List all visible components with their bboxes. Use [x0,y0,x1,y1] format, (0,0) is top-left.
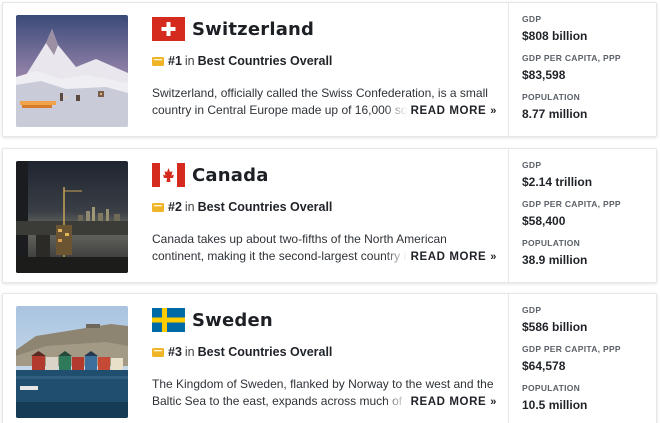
stat-label: POPULATION [522,238,581,248]
stat-value: $83,598 [522,68,566,82]
country-description: Canada takes up about two-fifths of the … [152,231,497,267]
stat-gdp-per-capita: GDP PER CAPITA, PPP $64,578 [522,344,656,383]
country-info: Sweden #3 in Best Countries Overall The … [152,306,497,418]
ranking-badge-icon [152,56,164,66]
stat-gdp: GDP $808 billion [522,14,656,53]
stat-value: $2.14 trillion [522,175,593,189]
stat-value: $58,400 [522,214,566,228]
ranking-badge-icon [152,202,164,212]
country-description: Switzerland, officially called the Swiss… [152,85,497,121]
stat-value: 8.77 million [522,107,588,121]
country-photo-switzerland[interactable] [16,15,128,127]
stat-label: GDP [522,305,542,315]
stat-value: 38.9 million [522,253,588,267]
stat-label: POPULATION [522,383,581,393]
country-card-switzerland[interactable]: Switzerland #1 in Best Countries Overall… [2,2,657,137]
mountain-landscape-image [16,15,128,127]
stat-label: GDP PER CAPITA, PPP [522,53,621,63]
stat-value: $64,578 [522,359,566,373]
stat-gdp: GDP $586 billion [522,305,656,344]
country-description: The Kingdom of Sweden, flanked by Norway… [152,376,497,412]
stat-value: $586 billion [522,320,588,334]
read-more-label: READ MORE [410,105,487,117]
country-title-row: Switzerland [152,15,497,43]
stat-value: $808 billion [522,29,588,43]
read-more-link[interactable]: READ MORE» [384,103,497,120]
double-chevron-right-icon: » [490,105,497,117]
country-card-sweden[interactable]: Sweden #3 in Best Countries Overall The … [2,293,657,423]
double-chevron-right-icon: » [490,396,497,408]
country-card-canada[interactable]: Canada #2 in Best Countries Overall Cana… [2,148,657,283]
rank-number: #1 [168,54,182,68]
stat-gdp-per-capita: GDP PER CAPITA, PPP $58,400 [522,199,656,238]
stat-population: POPULATION 38.9 million [522,238,656,277]
country-title-row: Sweden [152,306,497,334]
stat-label: GDP PER CAPITA, PPP [522,199,621,209]
stat-label: GDP [522,14,542,24]
rank-number: #2 [168,200,182,214]
country-name[interactable]: Switzerland [192,19,314,40]
stat-label: GDP PER CAPITA, PPP [522,344,621,354]
read-more-label: READ MORE [410,251,487,263]
rank-row: #1 in Best Countries Overall [152,52,497,70]
country-name[interactable]: Canada [192,165,269,186]
harbor-village-image [16,306,128,418]
rank-row: #3 in Best Countries Overall [152,343,497,361]
stat-population: POPULATION 10.5 million [522,383,656,422]
stat-gdp-per-capita: GDP PER CAPITA, PPP $83,598 [522,53,656,92]
country-stats: GDP $586 billion GDP PER CAPITA, PPP $64… [508,294,656,423]
switzerland-flag-icon [152,17,185,41]
rank-in-label: in [184,200,195,214]
stat-label: GDP [522,160,542,170]
country-info: Switzerland #1 in Best Countries Overall… [152,15,497,127]
country-name[interactable]: Sweden [192,310,273,331]
rank-category-link[interactable]: Best Countries Overall [198,200,333,214]
country-info: Canada #2 in Best Countries Overall Cana… [152,161,497,273]
country-stats: GDP $2.14 trillion GDP PER CAPITA, PPP $… [508,149,656,282]
city-skyline-image [16,161,128,273]
stat-value: 10.5 million [522,398,588,412]
stat-gdp: GDP $2.14 trillion [522,160,656,199]
read-more-link[interactable]: READ MORE» [384,394,497,411]
country-photo-canada[interactable] [16,161,128,273]
stat-population: POPULATION 8.77 million [522,92,656,131]
rank-in-label: in [184,345,195,359]
ranking-badge-icon [152,347,164,357]
rank-category-link[interactable]: Best Countries Overall [198,345,333,359]
sweden-flag-icon [152,308,185,332]
country-stats: GDP $808 billion GDP PER CAPITA, PPP $83… [508,3,656,136]
canada-flag-icon [152,163,185,187]
read-more-label: READ MORE [410,396,487,408]
double-chevron-right-icon: » [490,251,497,263]
rank-row: #2 in Best Countries Overall [152,198,497,216]
read-more-link[interactable]: READ MORE» [384,249,497,266]
stat-label: POPULATION [522,92,581,102]
rank-category-link[interactable]: Best Countries Overall [198,54,333,68]
country-photo-sweden[interactable] [16,306,128,418]
rank-number: #3 [168,345,182,359]
country-title-row: Canada [152,161,497,189]
rank-in-label: in [184,54,195,68]
